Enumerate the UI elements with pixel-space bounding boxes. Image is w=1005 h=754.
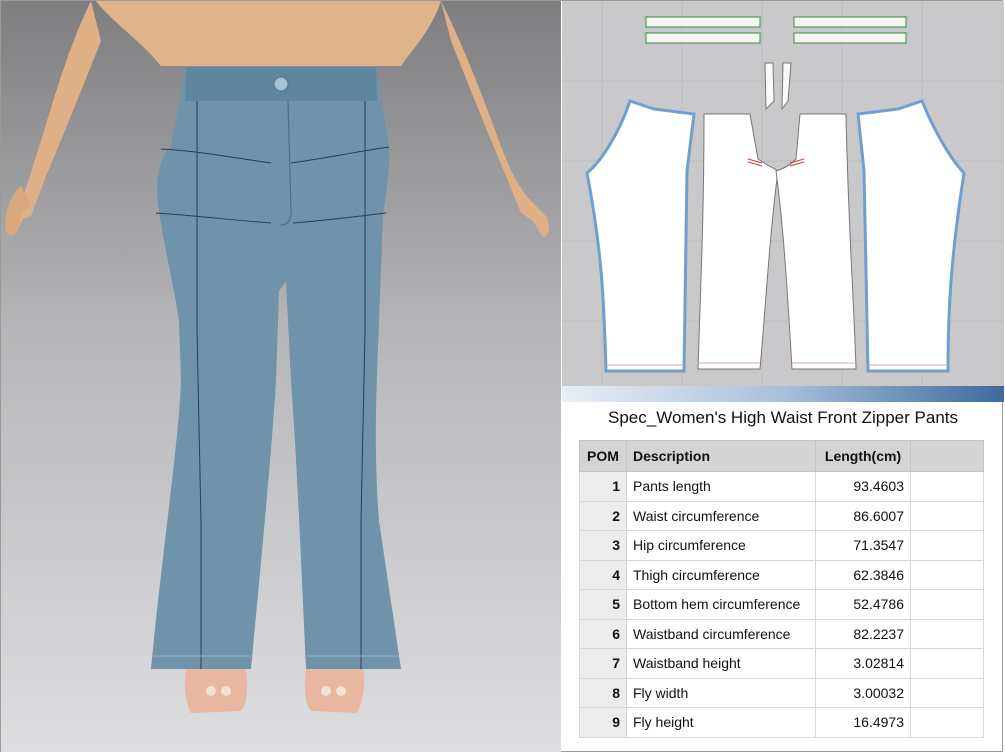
torso	[96, 1, 441, 66]
length-cell: 52.4786	[815, 589, 911, 620]
spec-title: Spec_Women's High Waist Front Zipper Pan…	[608, 408, 958, 427]
description-cell: Fly height	[626, 707, 816, 738]
length-cell: 71.3547	[815, 530, 911, 561]
extra-cell	[910, 589, 984, 620]
pattern-canvas	[562, 1, 1004, 386]
right-foot	[304, 669, 365, 713]
panel-divider	[562, 386, 1004, 402]
extra-cell	[910, 707, 984, 738]
extra-cell	[910, 471, 984, 502]
length-cell: 86.6007	[815, 500, 911, 531]
pom-cell: 9	[579, 707, 627, 738]
description-cell: Fly width	[626, 677, 816, 708]
pom-cell: 2	[579, 500, 627, 531]
front-right-piece	[775, 113, 857, 370]
table-row[interactable]: 5 Bottom hem circumference 52.4786	[579, 589, 984, 620]
pom-cell: 4	[579, 559, 627, 590]
pom-cell: 7	[579, 648, 627, 679]
length-cell: 3.02814	[815, 648, 911, 679]
table-row[interactable]: 1 Pants length 93.4603	[579, 471, 984, 502]
length-cell: 16.4973	[815, 707, 911, 738]
back-right-piece	[856, 99, 966, 373]
avatar-render	[5, 1, 549, 713]
pom-cell: 6	[579, 618, 627, 649]
table-row[interactable]: 2 Waist circumference 86.6007	[579, 500, 984, 531]
table-row[interactable]: 8 Fly width 3.00032	[579, 677, 984, 708]
pom-cell: 3	[579, 530, 627, 561]
spec-header-row: POM Description Length(cm)	[579, 440, 984, 472]
extra-cell	[910, 677, 984, 708]
pom-cell: 8	[579, 677, 627, 708]
description-cell: Bottom hem circumference	[626, 589, 816, 620]
fly-pieces	[764, 62, 792, 111]
pom-cell: 1	[579, 471, 627, 502]
extra-cell	[910, 618, 984, 649]
pants	[151, 67, 401, 669]
table-row[interactable]: 9 Fly height 16.4973	[579, 707, 984, 738]
extra-cell	[910, 500, 984, 531]
spec-table: POM Description Length(cm) 1 Pants length…	[579, 440, 984, 738]
waistband-pieces	[645, 16, 907, 44]
description-cell: Pants length	[626, 471, 816, 502]
right-arm	[441, 1, 549, 237]
col-pom[interactable]: POM	[579, 440, 627, 472]
waist-button	[273, 76, 289, 92]
avatar-3d-view[interactable]	[1, 1, 561, 752]
extra-cell	[910, 559, 984, 590]
length-cell: 82.2237	[815, 618, 911, 649]
extra-cell	[910, 530, 984, 561]
description-cell: Hip circumference	[626, 530, 816, 561]
length-cell: 62.3846	[815, 559, 911, 590]
extra-cell	[910, 648, 984, 679]
table-row[interactable]: 6 Waistband circumference 82.2237	[579, 618, 984, 649]
table-row[interactable]: 3 Hip circumference 71.3547	[579, 530, 984, 561]
col-description[interactable]: Description	[626, 440, 816, 472]
description-cell: Thigh circumference	[626, 559, 816, 590]
table-row[interactable]: 4 Thigh circumference 62.3846	[579, 559, 984, 590]
col-extra	[910, 440, 984, 472]
pattern-2d-view[interactable]	[562, 1, 1004, 402]
front-left-piece	[697, 113, 779, 370]
description-cell: Waist circumference	[626, 500, 816, 531]
back-left-piece	[585, 99, 696, 373]
description-cell: Waistband circumference	[626, 618, 816, 649]
pom-cell: 5	[579, 589, 627, 620]
length-cell: 3.00032	[815, 677, 911, 708]
description-cell: Waistband height	[626, 648, 816, 679]
table-row[interactable]: 7 Waistband height 3.02814	[579, 648, 984, 679]
col-length[interactable]: Length(cm)	[815, 440, 911, 472]
length-cell: 93.4603	[815, 471, 911, 502]
